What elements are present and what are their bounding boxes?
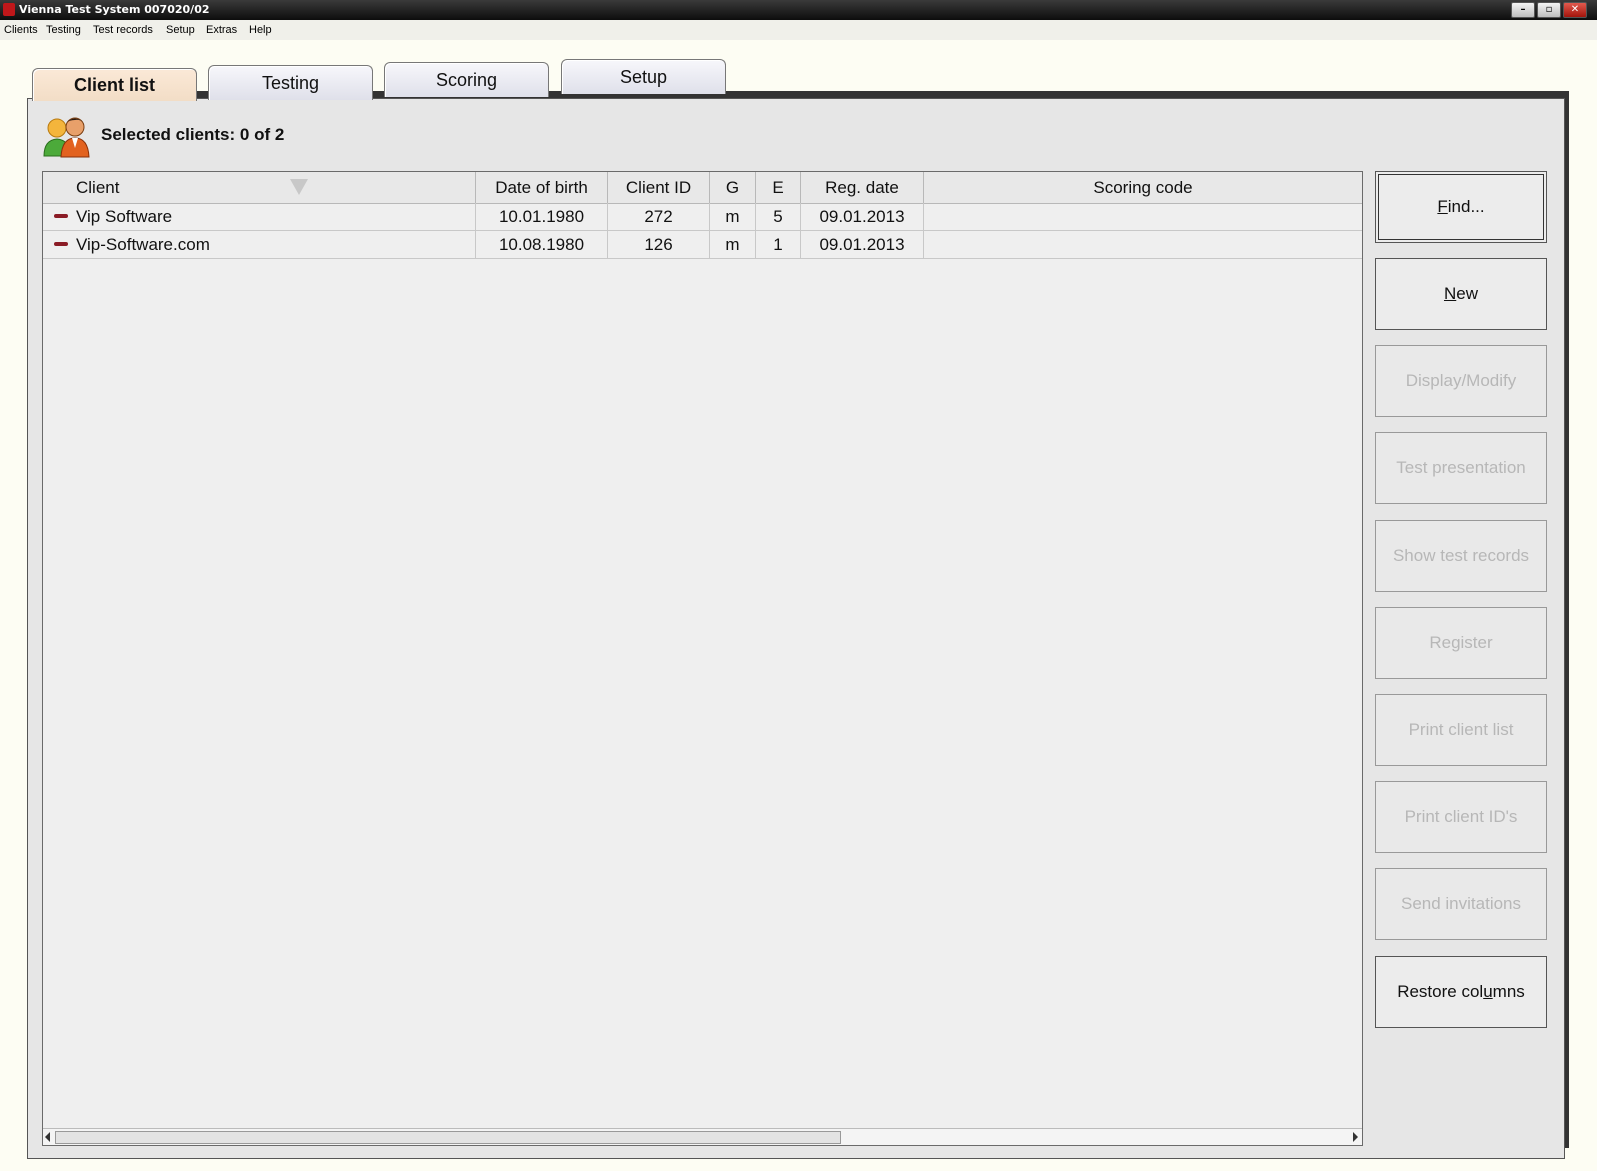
cell-scoring-code	[924, 203, 1362, 230]
cell-gender: m	[710, 203, 756, 230]
cell-gender: m	[710, 231, 756, 258]
scrollbar-thumb[interactable]	[55, 1131, 841, 1144]
column-header-education[interactable]: E	[756, 172, 801, 203]
cell-client-id: 272	[608, 203, 710, 230]
menu-setup[interactable]: Setup	[166, 24, 195, 36]
app-icon	[3, 3, 15, 16]
sort-desc-icon	[290, 179, 308, 195]
client-table: Client Date of birth Client ID G E Reg. …	[42, 171, 1363, 1146]
column-header-reg-date[interactable]: Reg. date	[801, 172, 924, 203]
column-header-scoring-code[interactable]: Scoring code	[924, 172, 1362, 203]
new-button[interactable]: New	[1375, 258, 1547, 330]
find-label: ind...	[1447, 197, 1485, 216]
clients-icon	[43, 117, 90, 158]
cell-date-of-birth: 10.08.1980	[476, 231, 608, 258]
new-label: ew	[1456, 284, 1478, 303]
menu-help[interactable]: Help	[249, 24, 272, 36]
test-presentation-button[interactable]: Test presentation	[1375, 432, 1547, 504]
display-modify-button[interactable]: Display/Modify	[1375, 345, 1547, 417]
restore-columns-label-post: mns	[1492, 982, 1525, 1001]
menu-testing[interactable]: Testing	[46, 24, 81, 36]
table-row[interactable]: Vip-Software.com 10.08.1980 126 m 1 09.0…	[43, 231, 1362, 259]
cell-date-of-birth: 10.01.1980	[476, 203, 608, 230]
cell-reg-date: 09.01.2013	[801, 203, 924, 230]
close-button[interactable]: ✕	[1563, 2, 1587, 18]
cell-education: 5	[756, 203, 801, 230]
show-test-records-button[interactable]: Show test records	[1375, 520, 1547, 592]
selected-clients-label: Selected clients: 0 of 2	[101, 125, 285, 144]
column-header-client-id[interactable]: Client ID	[608, 172, 710, 203]
register-button[interactable]: Register	[1375, 607, 1547, 679]
cell-client: Vip Software	[43, 203, 476, 230]
cell-scoring-code	[924, 231, 1362, 258]
cell-client-id: 126	[608, 231, 710, 258]
tab-testing[interactable]: Testing	[208, 65, 373, 100]
title-bar: Vienna Test System 007020/02 – ▫ ✕	[0, 0, 1597, 20]
scroll-left-arrow-icon[interactable]	[45, 1132, 50, 1142]
cell-education: 1	[756, 231, 801, 258]
restore-button[interactable]: ▫	[1537, 2, 1561, 18]
menu-extras[interactable]: Extras	[206, 24, 237, 36]
scroll-right-arrow-icon[interactable]	[1353, 1132, 1358, 1142]
send-invitations-button[interactable]: Send invitations	[1375, 868, 1547, 940]
table-row[interactable]: Vip Software 10.01.1980 272 m 5 09.01.20…	[43, 203, 1362, 231]
cell-reg-date: 09.01.2013	[801, 231, 924, 258]
print-client-ids-button[interactable]: Print client ID's	[1375, 781, 1547, 853]
print-client-list-button[interactable]: Print client list	[1375, 694, 1547, 766]
menu-test-records[interactable]: Test records	[93, 24, 153, 36]
column-header-client[interactable]: Client	[43, 172, 476, 203]
find-accel: F	[1437, 197, 1448, 216]
restore-columns-label-pre: Restore col	[1397, 982, 1484, 1001]
restore-columns-button[interactable]: Restore columns	[1375, 956, 1547, 1028]
new-accel: N	[1443, 284, 1457, 303]
menu-bar: Clients Testing Test records Setup Extra…	[0, 20, 1597, 40]
tab-client-list[interactable]: Client list	[32, 68, 197, 101]
restore-columns-accel: u	[1483, 982, 1493, 1001]
menu-clients[interactable]: Clients	[4, 24, 38, 36]
minimize-button[interactable]: –	[1511, 2, 1535, 18]
find-button[interactable]: Find...	[1375, 171, 1547, 243]
column-header-date-of-birth[interactable]: Date of birth	[476, 172, 608, 203]
window-title: Vienna Test System 007020/02	[19, 3, 210, 16]
column-header-gender[interactable]: G	[710, 172, 756, 203]
tab-setup[interactable]: Setup	[561, 59, 726, 94]
horizontal-scrollbar[interactable]	[43, 1128, 1362, 1145]
tab-scoring[interactable]: Scoring	[384, 62, 549, 97]
table-header: Client Date of birth Client ID G E Reg. …	[43, 172, 1362, 204]
cell-client: Vip-Software.com	[43, 231, 476, 258]
